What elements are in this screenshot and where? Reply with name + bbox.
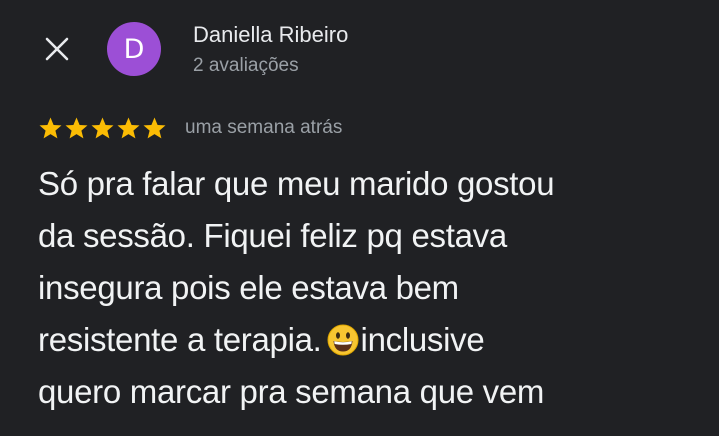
avatar-initial: D (123, 33, 145, 65)
star-icon (39, 117, 62, 138)
close-icon (45, 37, 69, 61)
star-icon (91, 117, 114, 138)
review-time: uma semana atrás (185, 117, 343, 138)
review-line-segment: resistente a terapia. (38, 321, 322, 358)
review-line-segment: inclusive (360, 321, 485, 358)
review-line: quero marcar pra semana que vem (38, 373, 545, 410)
review-text: Só pra falar que meu marido gostou da se… (38, 158, 698, 418)
rating-row: uma semana atrás (38, 115, 342, 141)
star-icon (143, 117, 166, 138)
star-rating (38, 116, 167, 141)
avatar[interactable]: D (107, 22, 161, 76)
author-review-count: 2 avaliações (193, 55, 299, 76)
review-line: da sessão. Fiquei feliz pq estava (38, 217, 507, 254)
review-line: insegura pois ele estava bem (38, 269, 459, 306)
review-line: Só pra falar que meu marido gostou (38, 165, 555, 202)
author-name[interactable]: Daniella Ribeiro (193, 22, 348, 48)
review-line: resistente a terapia. inclusive (38, 314, 698, 366)
close-button[interactable] (40, 32, 74, 66)
grinning-face-emoji-icon (327, 324, 359, 356)
star-icon (117, 117, 140, 138)
star-icon (65, 117, 88, 138)
